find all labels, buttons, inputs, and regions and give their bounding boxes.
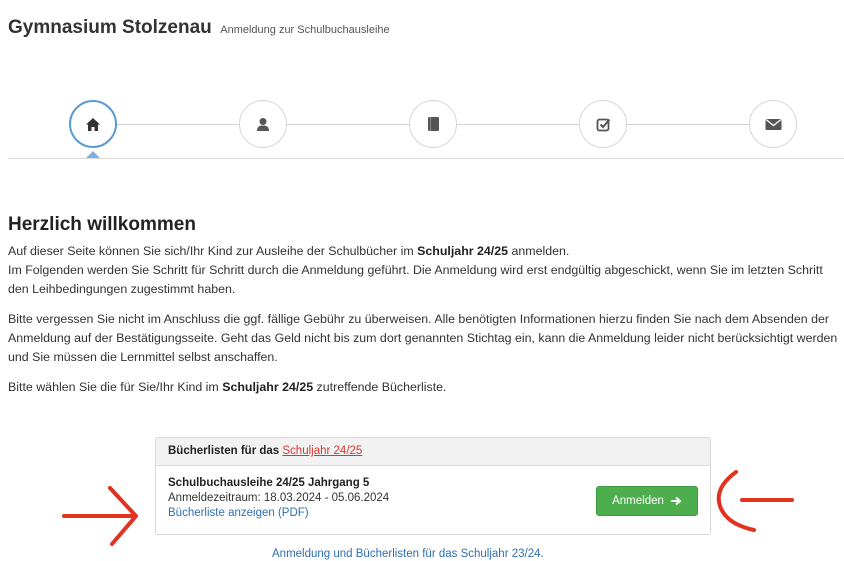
register-button-label: Anmelden [612, 495, 664, 507]
stepper-divider [8, 158, 844, 159]
booklist-panel: Bücherlisten für das Schuljahr 24/25 Sch… [155, 437, 711, 535]
intro-text-start: Auf dieser Seite können Sie sich/Ihr Kin… [8, 244, 418, 258]
check-square-icon [596, 118, 610, 131]
user-icon [257, 117, 269, 131]
site-title: Gymnasium Stolzenau [8, 17, 212, 38]
active-step-pointer [86, 151, 100, 158]
step-user[interactable] [239, 100, 287, 148]
intro-paragraph: Auf dieser Seite können Sie sich/Ihr Kin… [8, 242, 838, 299]
select-school-year: Schuljahr 24/25 [222, 380, 314, 394]
annotation-arrow-right [716, 470, 794, 532]
intro-text-line2: Im Folgenden werden Sie Schritt für Schr… [8, 263, 823, 296]
page-header: Gymnasium Stolzenau Anmeldung zur Schulb… [8, 17, 390, 39]
site-subtitle: Anmeldung zur Schulbuchausleihe [220, 24, 390, 36]
panel-heading-prefix: Bücherlisten für das [168, 445, 283, 457]
welcome-section: Herzlich willkommen Auf dieser Seite kön… [8, 214, 838, 408]
previous-year-link[interactable]: Anmeldung und Bücherlisten für das Schul… [272, 548, 544, 560]
step-books[interactable] [409, 100, 457, 148]
booklist-item: Schulbuchausleihe 24/25 Jahrgang 5 Anmel… [156, 466, 710, 531]
intro-text-end: anmelden. [508, 244, 570, 258]
step-home[interactable] [69, 100, 117, 148]
booklist-pdf-link[interactable]: Bücherliste anzeigen (PDF) [168, 507, 309, 519]
home-icon [86, 117, 100, 131]
annotation-arrow-left [62, 486, 138, 546]
fee-paragraph: Bitte vergessen Sie nicht im Anschluss d… [8, 312, 838, 364]
welcome-heading: Herzlich willkommen [8, 214, 196, 235]
step-confirm[interactable] [579, 100, 627, 148]
school-year-link[interactable]: Schuljahr 24/25 [282, 445, 362, 457]
select-text-start: Bitte wählen Sie die für Sie/Ihr Kind im [8, 380, 223, 394]
arrow-right-icon [670, 496, 682, 506]
select-text-end: zutreffende Bücherliste. [313, 380, 447, 394]
step-send[interactable] [749, 100, 797, 148]
select-list-paragraph: Bitte wählen Sie die für Sie/Ihr Kind im… [8, 378, 838, 397]
progress-stepper [0, 96, 844, 166]
register-button[interactable]: Anmelden [596, 486, 698, 516]
intro-school-year: Schuljahr 24/25 [417, 244, 509, 258]
envelope-icon [765, 118, 781, 130]
book-icon [427, 117, 439, 131]
panel-heading: Bücherlisten für das Schuljahr 24/25 [156, 438, 710, 466]
